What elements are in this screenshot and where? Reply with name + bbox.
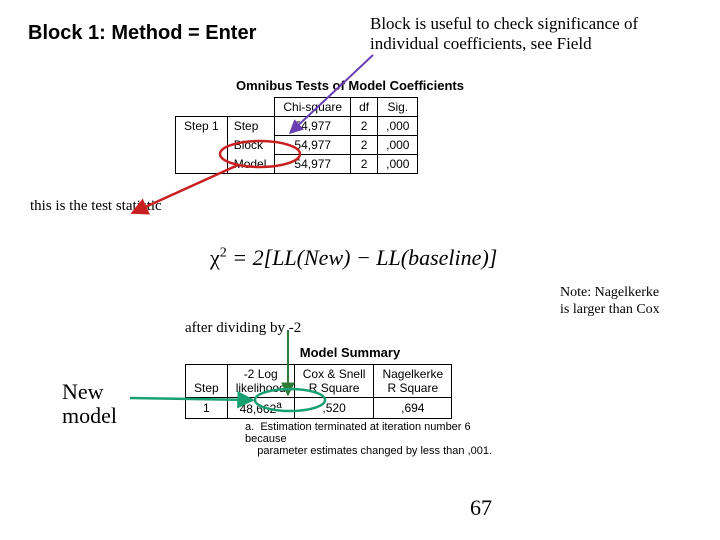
- ms-row-cox: ,520: [294, 398, 374, 419]
- omnibus-table: Chi-square df Sig. Step 1 Step 54,977 2 …: [175, 97, 418, 174]
- chi-square-formula: χ2 = 2[LL(New) − LL(baseline)]: [210, 245, 497, 271]
- omnibus-row-name-0: Step: [227, 117, 275, 136]
- new-model-line2: model: [62, 403, 117, 428]
- ms-row-nag: ,694: [374, 398, 452, 419]
- omnibus-col-sig: Sig.: [378, 98, 418, 117]
- omnibus-row-df-2: 2: [351, 155, 378, 174]
- block-note-line2: individual coefficients, see Field: [370, 34, 592, 53]
- slide-title: Block 1: Method = Enter: [28, 22, 256, 45]
- page-number: 67: [470, 495, 492, 521]
- ms-col-nag: Nagelkerke R Square: [374, 365, 452, 398]
- omnibus-step-label: Step 1: [176, 117, 228, 174]
- omnibus-row-chi-0: 54,977: [275, 117, 351, 136]
- ms-col-2ll: -2 Log likelihood: [227, 365, 294, 398]
- model-summary-title: Model Summary: [185, 345, 515, 360]
- omnibus-table-wrap: Omnibus Tests of Model Coefficients Chi-…: [175, 78, 525, 174]
- omnibus-row-name-2: Model: [227, 155, 275, 174]
- ms-col-cox: Cox & Snell R Square: [294, 365, 374, 398]
- ms-col-step: Step: [186, 365, 228, 398]
- omnibus-row-chi-2: 54,977: [275, 155, 351, 174]
- omnibus-row-chi-1: 54,977: [275, 136, 351, 155]
- omnibus-row-sig-1: ,000: [378, 136, 418, 155]
- omnibus-row-df-0: 2: [351, 117, 378, 136]
- block-note: Block is useful to check significance of…: [370, 14, 670, 55]
- omnibus-row-sig-0: ,000: [378, 117, 418, 136]
- omnibus-col-df: df: [351, 98, 378, 117]
- new-model-line1: New: [62, 379, 104, 404]
- test-statistic-note: this is the test statistic: [30, 198, 162, 215]
- omnibus-title: Omnibus Tests of Model Coefficients: [175, 78, 525, 93]
- new-model-label: New model: [62, 380, 117, 428]
- omnibus-row-name-1: Block: [227, 136, 275, 155]
- nagelkerke-note: Note: Nagelkerke is larger than Cox: [560, 285, 710, 319]
- block-note-line1: Block is useful to check significance of: [370, 14, 638, 33]
- model-summary-table: Step -2 Log likelihood Cox & Snell R Squ…: [185, 364, 452, 419]
- ms-row-step: 1: [186, 398, 228, 419]
- model-summary-wrap: Model Summary Step -2 Log likelihood Cox…: [185, 345, 515, 457]
- omnibus-row-df-1: 2: [351, 136, 378, 155]
- omnibus-col-chi: Chi-square: [275, 98, 351, 117]
- omnibus-row-sig-2: ,000: [378, 155, 418, 174]
- after-dividing-note: after dividing by -2: [185, 320, 301, 337]
- ms-row-2ll: 48,662a: [227, 398, 294, 419]
- model-summary-footnote: a. Estimation terminated at iteration nu…: [185, 421, 515, 457]
